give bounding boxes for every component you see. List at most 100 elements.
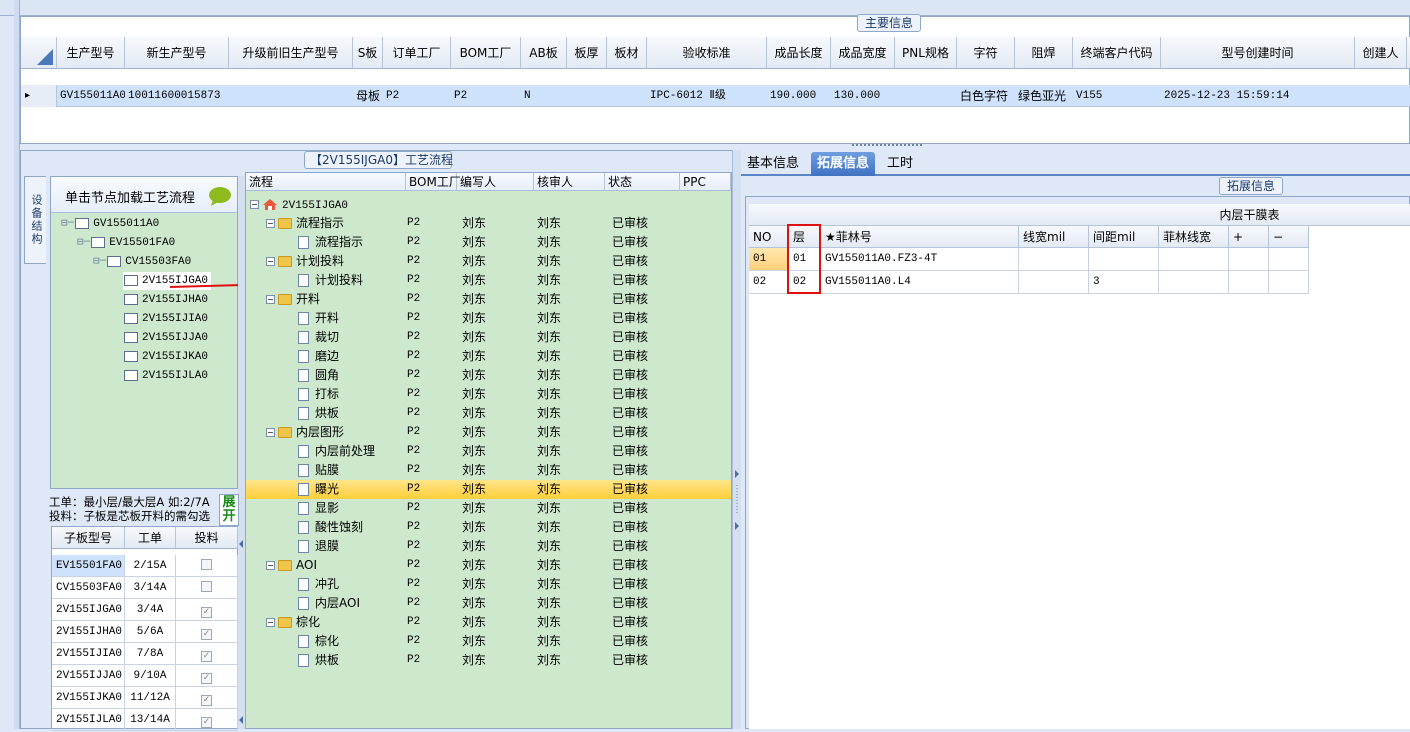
column-header[interactable]: BOM工厂 xyxy=(451,37,521,69)
column-header[interactable]: 新生产型号 xyxy=(125,37,229,69)
ext-column-header[interactable]: NO xyxy=(749,226,789,248)
tree-node[interactable]: 2V155IJHA0 xyxy=(123,291,208,309)
flow-row[interactable]: 烘板 P2 刘东 刘东 已审核 xyxy=(246,651,731,670)
sub-board-order[interactable]: 3/4A xyxy=(125,599,176,621)
column-header[interactable]: 成品宽度 xyxy=(831,37,895,69)
feed-checkbox[interactable]: ✓ xyxy=(201,607,212,618)
flow-row[interactable]: 贴膜 P2 刘东 刘东 已审核 xyxy=(246,461,731,480)
ext-column-header[interactable]: 菲林线宽 xyxy=(1159,226,1229,248)
grid-cell[interactable]: GV155011A0 xyxy=(59,85,125,107)
grid-cell[interactable]: V155 xyxy=(1075,85,1161,107)
tree-node[interactable]: ⊟┄ EV15501FA0 xyxy=(77,234,175,252)
column-header[interactable]: 终端客户代码 xyxy=(1073,37,1161,69)
ext-cell-plus[interactable] xyxy=(1229,248,1269,271)
sub-grid-header[interactable]: 工单 xyxy=(125,527,176,549)
collapse-icon[interactable]: − xyxy=(266,257,275,266)
grid-cell[interactable] xyxy=(609,85,647,107)
grid-cell[interactable]: IPC-6012 Ⅱ级 xyxy=(649,85,767,107)
ext-cell-no[interactable]: 01 xyxy=(749,248,789,271)
flow-column-header[interactable]: 流程 xyxy=(246,173,406,191)
grid-cell[interactable] xyxy=(231,85,353,107)
tree-node[interactable]: 2V155IJIA0 xyxy=(123,310,208,328)
flow-row[interactable]: − 棕化 P2 刘东 刘东 已审核 xyxy=(246,613,731,632)
ext-column-header[interactable]: − xyxy=(1269,226,1309,248)
grid-cell[interactable]: 母板 xyxy=(355,85,383,107)
flow-row[interactable]: 开料 P2 刘东 刘东 已审核 xyxy=(246,309,731,328)
ext-cell-spacing[interactable]: 3 xyxy=(1089,271,1159,294)
ext-cell-width[interactable] xyxy=(1019,248,1089,271)
flow-row[interactable]: 内层前处理 P2 刘东 刘东 已审核 xyxy=(246,442,731,461)
column-header[interactable]: 订单工厂 xyxy=(383,37,451,69)
tree-node[interactable]: 2V155IJLA0 xyxy=(123,367,208,385)
ext-cell-plus[interactable] xyxy=(1229,271,1269,294)
tab-device-structure[interactable]: 设备结构 xyxy=(24,176,46,264)
flow-column-header[interactable]: BOM工厂 xyxy=(406,173,461,191)
flow-row[interactable]: − 流程指示 P2 刘东 刘东 已审核 xyxy=(246,214,731,233)
flow-row[interactable]: 流程指示 P2 刘东 刘东 已审核 xyxy=(246,233,731,252)
ext-column-header[interactable]: ★菲林号 xyxy=(821,226,1019,248)
ext-cell-film_width[interactable] xyxy=(1159,248,1229,271)
column-header[interactable]: 板厚 xyxy=(567,37,607,69)
ext-cell-minus[interactable] xyxy=(1269,271,1309,294)
flow-row[interactable]: − 内层图形 P2 刘东 刘东 已审核 xyxy=(246,423,731,442)
flow-row[interactable]: 内层AOI P2 刘东 刘东 已审核 xyxy=(246,594,731,613)
grid-cell[interactable]: 绿色亚光 xyxy=(1017,85,1073,107)
ext-cell-width[interactable] xyxy=(1019,271,1089,294)
tree-node[interactable]: ⊟┄ GV155011A0 xyxy=(61,215,159,233)
ext-column-header[interactable]: 线宽mil xyxy=(1019,226,1089,248)
grid-cell[interactable] xyxy=(569,85,607,107)
sub-board-model[interactable]: 2V155IJIA0 xyxy=(52,643,125,665)
sub-board-model[interactable]: EV15501FA0 xyxy=(52,555,125,577)
ext-cell-spacing[interactable] xyxy=(1089,248,1159,271)
feed-checkbox[interactable]: ✓ xyxy=(201,673,212,684)
flow-column-header[interactable]: 核审人 xyxy=(534,173,605,191)
ext-cell-film[interactable]: GV155011A0.L4 xyxy=(821,271,1019,294)
feed-checkbox[interactable] xyxy=(201,559,212,570)
flow-root[interactable]: − 2V155IJGA0 xyxy=(246,195,731,214)
feed-checkbox[interactable]: ✓ xyxy=(201,629,212,640)
flow-row[interactable]: 磨边 P2 刘东 刘东 已审核 xyxy=(246,347,731,366)
sub-board-model[interactable]: 2V155IJKA0 xyxy=(52,687,125,709)
column-header[interactable]: 升级前旧生产型号 xyxy=(229,37,353,69)
collapse-icon[interactable]: − xyxy=(266,561,275,570)
collapse-icon[interactable]: − xyxy=(266,219,275,228)
collapse-icon[interactable]: − xyxy=(266,618,275,627)
collapse-icon[interactable]: − xyxy=(266,295,275,304)
column-header[interactable]: S板 xyxy=(353,37,383,69)
column-header[interactable]: 型号创建时间 xyxy=(1161,37,1355,69)
sub-board-model[interactable]: 2V155IJLA0 xyxy=(52,709,125,731)
ext-column-header[interactable]: + xyxy=(1229,226,1269,248)
sub-board-order[interactable]: 9/10A xyxy=(125,665,176,687)
sub-board-order[interactable]: 11/12A xyxy=(125,687,176,709)
feed-checkbox[interactable]: ✓ xyxy=(201,651,212,662)
flow-row[interactable]: 曝光 P2 刘东 刘东 已审核 xyxy=(246,480,731,499)
flow-row[interactable]: 圆角 P2 刘东 刘东 已审核 xyxy=(246,366,731,385)
flow-column-header[interactable]: PPC xyxy=(680,173,731,191)
tab-2[interactable]: 工时 xyxy=(881,152,919,176)
ext-cell-no[interactable]: 02 xyxy=(749,271,789,294)
ext-cell-minus[interactable] xyxy=(1269,248,1309,271)
flow-row[interactable]: 冲孔 P2 刘东 刘东 已审核 xyxy=(246,575,731,594)
flow-row[interactable]: 棕化 P2 刘东 刘东 已审核 xyxy=(246,632,731,651)
grid-corner[interactable] xyxy=(21,37,57,69)
grid-cell[interactable]: N xyxy=(523,85,567,107)
grid-cell[interactable] xyxy=(897,85,957,107)
main-grid-row[interactable]: ▸ GV155011A0 10011600015873 母板 P2 P2 N IPC-601… xyxy=(21,85,1410,107)
tree-splitter[interactable] xyxy=(238,176,245,729)
tree-node[interactable]: 2V155IJJA0 xyxy=(123,329,208,347)
sub-grid-header[interactable]: 投料 xyxy=(176,527,238,549)
flow-row[interactable]: − AOI P2 刘东 刘东 已审核 xyxy=(246,556,731,575)
collapse-icon[interactable]: − xyxy=(266,428,275,437)
sub-board-model[interactable]: CV15503FA0 xyxy=(52,577,125,599)
sub-board-order[interactable]: 2/15A xyxy=(125,555,176,577)
sub-board-order[interactable]: 7/8A xyxy=(125,643,176,665)
column-header[interactable]: AB板 xyxy=(521,37,567,69)
tab-0[interactable]: 基本信息 xyxy=(741,152,805,176)
feed-checkbox[interactable]: ✓ xyxy=(201,717,212,728)
feed-checkbox[interactable] xyxy=(201,581,212,592)
flow-row[interactable]: 酸性蚀刻 P2 刘东 刘东 已审核 xyxy=(246,518,731,537)
flow-row[interactable]: 裁切 P2 刘东 刘东 已审核 xyxy=(246,328,731,347)
flow-row[interactable]: − 计划投料 P2 刘东 刘东 已审核 xyxy=(246,252,731,271)
sub-grid-header[interactable]: 子板型号 xyxy=(52,527,125,549)
grid-cell[interactable] xyxy=(1357,85,1407,107)
